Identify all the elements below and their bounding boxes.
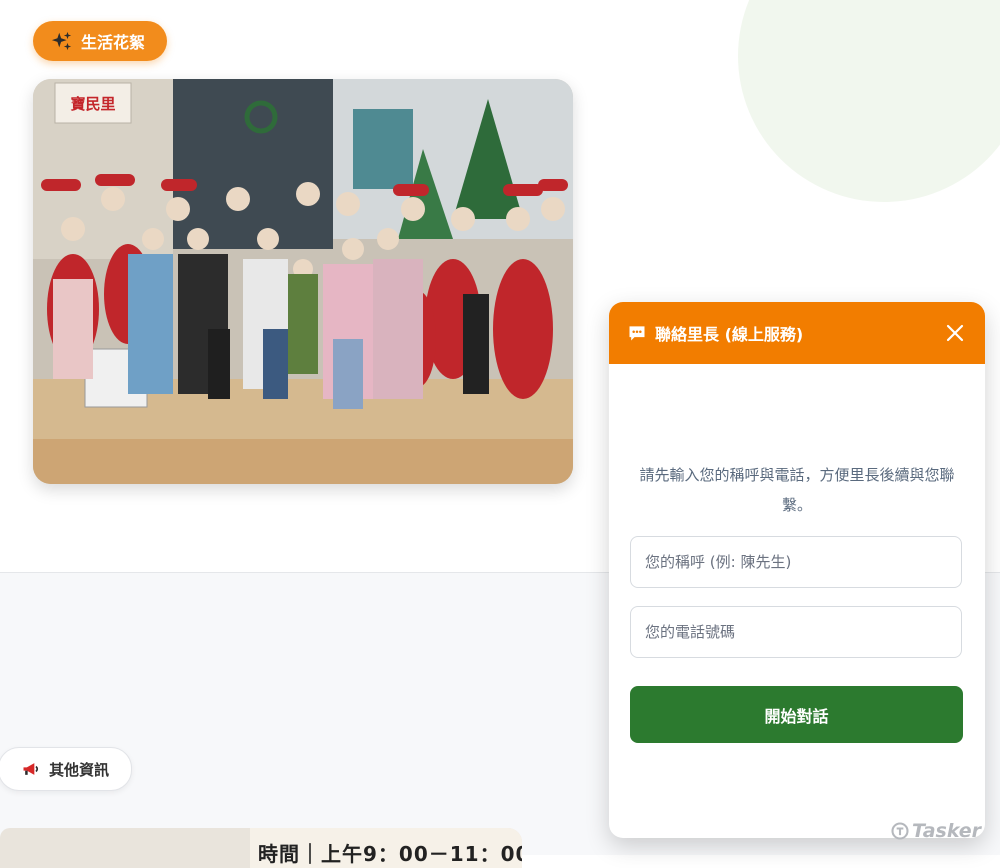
gallery-photo[interactable]: 寶民里 xyxy=(33,79,573,484)
start-chat-button[interactable]: 開始對話 xyxy=(630,686,963,743)
name-input[interactable] xyxy=(630,536,962,588)
other-info-label: 其他資訊 xyxy=(49,760,110,779)
banner-sign: 寶民里 xyxy=(70,95,115,113)
tasker-logo-icon xyxy=(891,822,909,840)
other-info-tag: 其他資訊 xyxy=(0,747,133,791)
contact-chief-chat-panel: 聯絡里長 (線上服務) 請先輸入您的稱呼與電話，方便里長後續與您聯繫。 開始對話 xyxy=(609,302,985,838)
gallery-section-label: 生活花絮 xyxy=(81,33,146,52)
chat-bubble-icon xyxy=(629,326,645,341)
chat-title: 聯絡里長 (線上服務) xyxy=(627,321,803,345)
watermark-text: Tasker xyxy=(912,820,982,842)
chat-body: 請先輸入您的稱呼與電話，方便里長後續與您聯繫。 開始對話 xyxy=(609,364,985,838)
sparkle-icon xyxy=(51,31,72,51)
chat-prompt: 請先輸入您的稱呼與電話，方便里長後續與您聯繫。 xyxy=(639,466,955,514)
gallery-section-tag: 生活花絮 xyxy=(33,21,168,61)
other-info-thumbnail[interactable]: 時間｜上午9：00－11：00 xyxy=(0,828,522,868)
notice-board-text: 時間｜上午9：00－11：00 xyxy=(258,842,522,866)
watermark: Tasker xyxy=(890,820,981,842)
megaphone-icon xyxy=(23,763,39,775)
chat-title-label: 聯絡里長 (線上服務) xyxy=(655,325,804,344)
phone-input[interactable] xyxy=(630,606,962,658)
group-photo-image: 寶民里 xyxy=(33,79,573,484)
decorative-circle xyxy=(738,0,1000,202)
close-icon[interactable] xyxy=(943,321,967,345)
chat-header: 聯絡里長 (線上服務) xyxy=(609,302,985,364)
